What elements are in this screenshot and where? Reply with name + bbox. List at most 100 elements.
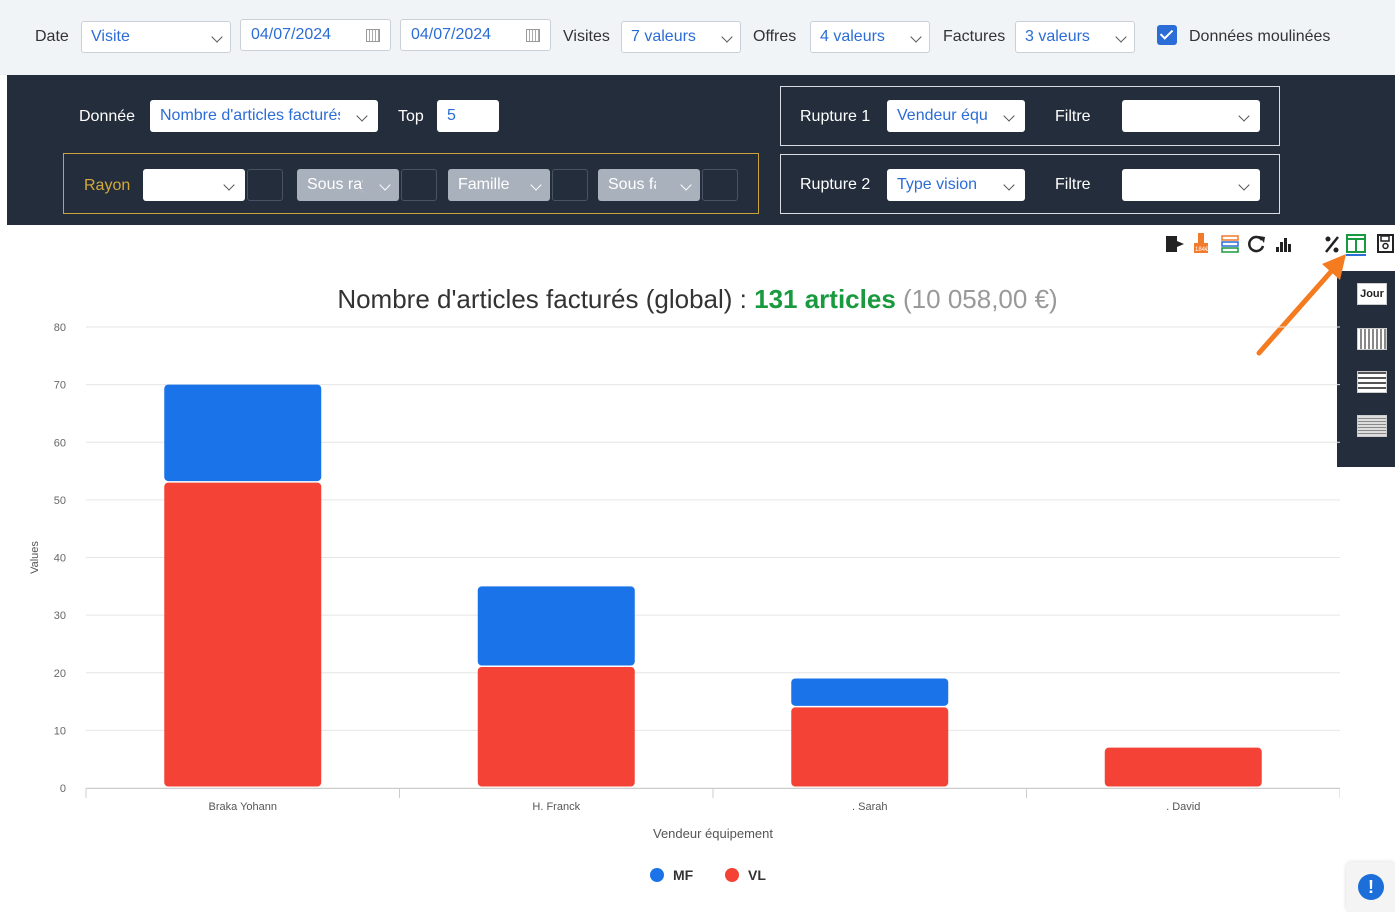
sous-rayon-slot [401, 169, 437, 201]
table-view-icon[interactable] [1346, 234, 1366, 256]
y-tick-label: 0 [60, 783, 66, 795]
stack-icon[interactable] [1221, 235, 1239, 253]
chevron-down-icon [1240, 100, 1248, 132]
x-tick-label: . Sarah [852, 801, 887, 813]
chevron-down-icon [912, 22, 920, 52]
filtre2-select[interactable] [1122, 169, 1260, 201]
percent-icon[interactable] [1325, 236, 1339, 253]
visites-value: 7 valeurs [631, 28, 696, 45]
offres-label: Offres [753, 28, 797, 45]
rayon-slot [247, 169, 283, 201]
chevron-down-icon [1005, 169, 1013, 201]
sous-famille-value: Sous famille [608, 176, 656, 193]
view-month-item[interactable] [1357, 371, 1387, 393]
x-axis-title: Vendeur équipement [653, 826, 773, 841]
y-tick-label: 10 [54, 725, 66, 737]
famille-value: Famille [458, 176, 510, 193]
date-to-input[interactable]: 04/07/2024 [400, 19, 551, 51]
donnee-value: Nombre d'articles facturés [160, 107, 340, 124]
chevron-down-icon [225, 169, 233, 201]
factures-value: 3 valeurs [1025, 28, 1090, 45]
donnee-label: Donnée [79, 108, 136, 125]
date-from-input[interactable]: 04/07/2024 [240, 19, 391, 51]
legend-marker-vl[interactable] [725, 868, 739, 882]
bar-vl-3[interactable] [1104, 747, 1262, 787]
sous-rayon-select[interactable]: Sous rayon [297, 169, 399, 201]
rayon-label: Rayon [84, 177, 131, 194]
donnees-moulinees-label: Données moulinées [1189, 28, 1331, 45]
rupture2-select[interactable]: Type vision [887, 169, 1025, 201]
chevron-down-icon [1240, 169, 1248, 201]
x-tick-label: . David [1166, 801, 1200, 813]
chevron-down-icon [723, 22, 731, 52]
calendar-icon[interactable] [526, 29, 540, 42]
chevron-down-icon [1117, 22, 1125, 52]
filtre1-select[interactable] [1122, 100, 1260, 132]
chevron-down-icon [1005, 100, 1013, 132]
bar-vl-0[interactable] [164, 482, 322, 787]
chevron-down-icon [213, 22, 221, 52]
chevron-down-icon [682, 169, 690, 201]
save-icon[interactable] [1377, 234, 1394, 253]
bar-chart-icon[interactable] [1276, 238, 1291, 252]
info-icon: ! [1358, 874, 1384, 900]
date-from-value: 04/07/2024 [251, 26, 332, 43]
date-type-select[interactable]: Visite [81, 21, 231, 53]
date-type-value: Visite [91, 28, 130, 45]
donnees-moulinees-checkbox[interactable] [1157, 25, 1177, 45]
offres-select[interactable]: 4 valeurs [810, 21, 930, 53]
visites-label: Visites [563, 28, 610, 45]
famille-slot [552, 169, 588, 201]
top-label: Top [398, 108, 424, 125]
bar-mf-1[interactable] [477, 586, 635, 666]
svg-text:184€: 184€ [1195, 247, 1209, 253]
rupture2-label: Rupture 2 [800, 176, 871, 193]
chart-toolbar: 184€ [1166, 233, 1394, 256]
view-year-item[interactable] [1357, 415, 1387, 437]
legend-label-mf[interactable]: MF [673, 867, 694, 883]
date-label: Date [35, 28, 69, 45]
top-input[interactable]: 5 [437, 100, 499, 132]
visites-select[interactable]: 7 valeurs [621, 21, 741, 53]
filter-bar: Date Visite 04/07/2024 04/07/2024 Visite… [0, 0, 1395, 75]
euro-icon[interactable]: 184€ [1194, 233, 1209, 253]
date-to-value: 04/07/2024 [411, 26, 492, 43]
chevron-down-icon [532, 169, 540, 201]
x-tick-label: H. Franck [532, 801, 580, 813]
rupture1-label: Rupture 1 [800, 108, 871, 125]
y-tick-label: 50 [54, 495, 66, 507]
y-tick-label: 20 [54, 668, 66, 680]
chevron-down-icon [358, 100, 366, 132]
y-axis-title: Values [29, 541, 41, 574]
rupture1-select[interactable]: Vendeur équipement [887, 100, 1025, 132]
calendar-icon[interactable] [366, 29, 380, 42]
legend-marker-mf[interactable] [650, 868, 664, 882]
bar-mf-2[interactable] [791, 678, 949, 706]
bar-vl-1[interactable] [477, 666, 635, 787]
view-week-item[interactable] [1357, 328, 1387, 350]
chevron-down-icon [381, 169, 389, 201]
factures-select[interactable]: 3 valeurs [1015, 21, 1135, 53]
donnee-select[interactable]: Nombre d'articles facturés [150, 100, 378, 132]
bar-vl-2[interactable] [791, 707, 949, 787]
rupture2-value: Type vision [897, 176, 978, 193]
refresh-icon[interactable] [1248, 235, 1265, 253]
sous-famille-select[interactable]: Sous famille [598, 169, 700, 201]
export-icon[interactable] [1166, 236, 1184, 252]
y-tick-label: 70 [54, 380, 66, 392]
famille-select[interactable]: Famille [448, 169, 550, 201]
filtre2-label: Filtre [1055, 176, 1091, 193]
sous-famille-slot [702, 169, 738, 201]
offres-value: 4 valeurs [820, 28, 885, 45]
rayon-select[interactable] [143, 169, 245, 201]
x-tick-label: Braka Yohann [208, 801, 277, 813]
stacked-bar-chart: 0 10 20 30 40 50 60 70 80 Braka Yohann H. Franck . … [29, 322, 1340, 883]
y-tick-label: 60 [54, 437, 66, 449]
y-tick-label: 30 [54, 610, 66, 622]
help-button[interactable]: ! [1346, 862, 1395, 912]
bar-mf-0[interactable] [164, 384, 322, 482]
rupture1-value: Vendeur équipement [897, 107, 987, 124]
legend-label-vl[interactable]: VL [748, 867, 766, 883]
y-tick-label: 40 [54, 553, 66, 565]
sous-rayon-value: Sous rayon [307, 176, 363, 193]
